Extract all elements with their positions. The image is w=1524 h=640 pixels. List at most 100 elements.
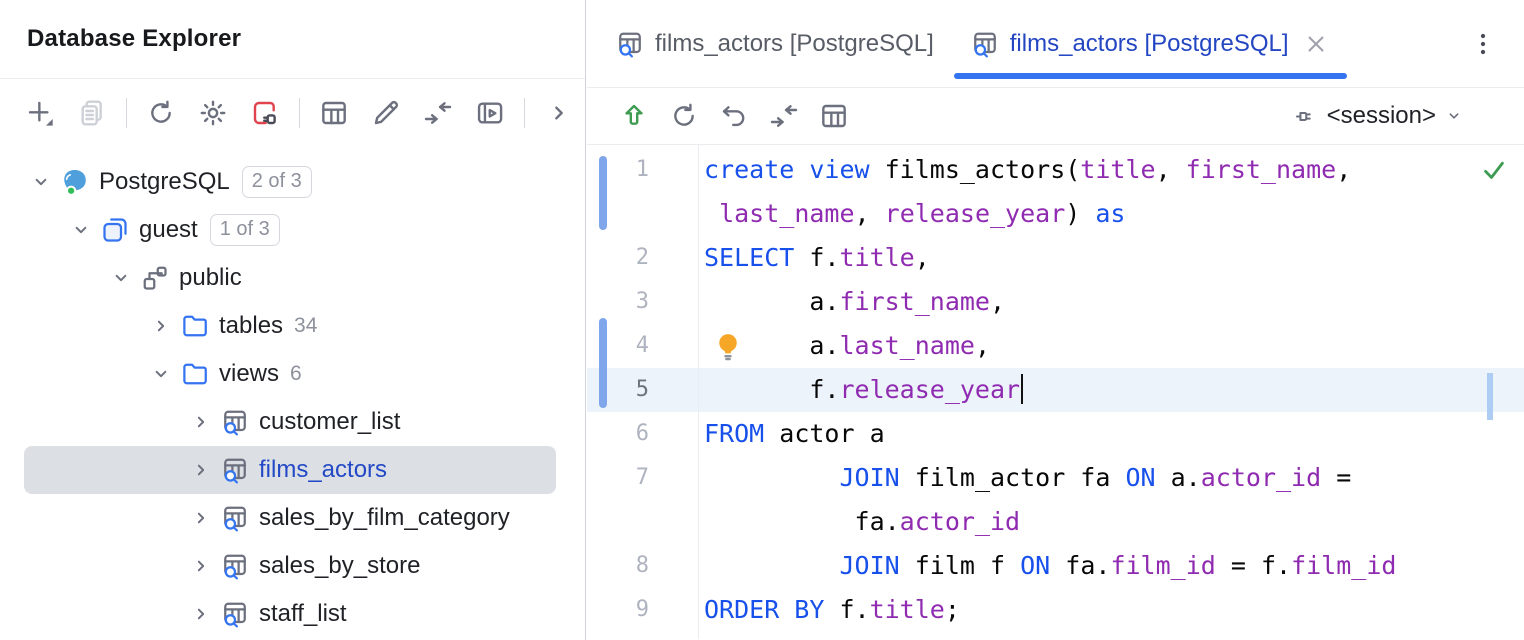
gutter-separator: [698, 145, 699, 639]
data-editor-icon[interactable]: [318, 96, 350, 130]
tab-films-actors-1[interactable]: films_actors [PostgreSQL]: [597, 0, 952, 87]
jump-icon[interactable]: [422, 96, 454, 130]
disconnect-icon[interactable]: [249, 96, 281, 130]
view-table-icon: [970, 29, 1000, 59]
refresh-icon[interactable]: [668, 100, 700, 132]
panel-header: Database Explorer: [0, 0, 585, 79]
chevron-right-icon[interactable]: [188, 601, 214, 627]
view-icon: [220, 455, 250, 485]
code-line[interactable]: 5 f.release_year: [587, 368, 1524, 412]
line-number: 6: [587, 412, 698, 456]
expand-icon[interactable]: [543, 96, 575, 130]
change-marker: [599, 318, 607, 408]
add-icon[interactable]: [24, 96, 56, 130]
line-number: 2: [587, 236, 698, 280]
code-line[interactable]: 8 JOIN film f ON fa.film_id = f.film_id: [587, 544, 1524, 588]
tree-item-label: public: [179, 264, 242, 292]
database-explorer-window: Database Explorer PostgreSQL2 of 3guest1…: [0, 0, 1524, 640]
jump-icon[interactable]: [768, 100, 800, 132]
sql-editor[interactable]: 1create view films_actors(title, first_n…: [587, 145, 1524, 639]
session-selector[interactable]: <session>: [1293, 102, 1465, 130]
tree-item-views[interactable]: views6: [24, 350, 556, 398]
commit-icon[interactable]: [618, 100, 650, 132]
duplicate-icon[interactable]: [76, 96, 108, 130]
tree-item-public[interactable]: public: [24, 254, 556, 302]
tree-item-label: customer_list: [259, 408, 400, 436]
scrollbar-caret-marker[interactable]: [1487, 373, 1493, 420]
toolbar-divider: [126, 98, 127, 128]
code-line[interactable]: 4 a.last_name,: [587, 324, 1524, 368]
code-line[interactable]: 1create view films_actors(title, first_n…: [587, 148, 1524, 192]
chevron-right-icon[interactable]: [188, 553, 214, 579]
tree-item-PostgreSQL[interactable]: PostgreSQL2 of 3: [24, 158, 556, 206]
line-number: 8: [587, 544, 698, 588]
tab-label: films_actors [PostgreSQL]: [655, 30, 934, 58]
tree-item-tables[interactable]: tables 34: [24, 302, 556, 350]
item-count: 6: [290, 362, 302, 386]
tree-item-guest[interactable]: guest1 of 3: [24, 206, 556, 254]
code-text: FROM actor a: [698, 412, 1524, 456]
code-text: fa.actor_id: [698, 500, 1524, 544]
code-text: ORDER BY f.title;: [698, 588, 1524, 632]
code-line[interactable]: fa.actor_id: [587, 500, 1524, 544]
tab-films-actors-2[interactable]: films_actors [PostgreSQL]: [952, 0, 1349, 87]
chevron-down-icon[interactable]: [108, 265, 134, 291]
tree-item-label: guest: [139, 216, 198, 244]
schema-icon: [140, 263, 170, 293]
editor-toolbar: <session>: [587, 88, 1524, 145]
code-line[interactable]: 2SELECT f.title,: [587, 236, 1524, 280]
code-line[interactable]: 3 a.first_name,: [587, 280, 1524, 324]
tree-item-customer_list[interactable]: customer_list: [24, 398, 556, 446]
code-text: SELECT f.title,: [698, 236, 1524, 280]
tab-label: films_actors [PostgreSQL]: [1010, 30, 1289, 58]
editor-tab-bar: films_actors [PostgreSQL] films_actors […: [587, 0, 1524, 88]
code-line[interactable]: 9ORDER BY f.title;: [587, 588, 1524, 632]
code-text: last_name, release_year) as: [698, 192, 1524, 236]
code-text: a.last_name,: [698, 324, 1524, 368]
chevron-down-icon[interactable]: [68, 217, 94, 243]
data-editor-icon[interactable]: [818, 100, 850, 132]
code-line[interactable]: 7 JOIN film_actor fa ON a.actor_id =: [587, 456, 1524, 500]
chevron-right-icon[interactable]: [148, 313, 174, 339]
undo-icon[interactable]: [718, 100, 750, 132]
view-icon: [220, 551, 250, 581]
chevron-down-icon[interactable]: [28, 169, 54, 195]
text-caret: [1021, 374, 1023, 404]
settings-icon[interactable]: [197, 96, 229, 130]
kebab-menu-icon[interactable]: [1468, 29, 1498, 59]
close-icon[interactable]: [1301, 29, 1331, 59]
tree-item-label: staff_list: [259, 600, 347, 628]
chevron-right-icon[interactable]: [188, 409, 214, 435]
toolbar-divider: [524, 98, 525, 128]
chevron-down-icon[interactable]: [148, 361, 174, 387]
folder-icon: [180, 311, 210, 341]
code-text: f.release_year: [698, 368, 1524, 412]
tree-item-label: PostgreSQL: [99, 168, 230, 196]
chevron-right-icon[interactable]: [188, 457, 214, 483]
chevron-down-icon: [1443, 105, 1465, 127]
item-count: 34: [294, 314, 317, 338]
tree-item-films_actors[interactable]: films_actors: [24, 446, 556, 494]
tree-item-staff_list[interactable]: staff_list: [24, 590, 556, 638]
change-marker: [599, 156, 607, 230]
postgres-icon: [60, 167, 90, 197]
view-icon: [220, 407, 250, 437]
tree-item-label: sales_by_store: [259, 552, 420, 580]
code-line[interactable]: last_name, release_year) as: [587, 192, 1524, 236]
toolbar-divider: [299, 98, 300, 128]
edit-icon[interactable]: [370, 96, 402, 130]
intention-bulb-icon[interactable]: [711, 329, 745, 363]
console-icon[interactable]: [474, 96, 506, 130]
line-number: 7: [587, 456, 698, 500]
view-icon: [220, 599, 250, 629]
line-number: [587, 500, 698, 544]
code-line[interactable]: 6FROM actor a: [587, 412, 1524, 456]
tree-item-sales_by_store[interactable]: sales_by_store: [24, 542, 556, 590]
tree-item-sales_by_film_category[interactable]: sales_by_film_category: [24, 494, 556, 542]
code-text: JOIN film_actor fa ON a.actor_id =: [698, 456, 1524, 500]
view-table-icon: [615, 29, 645, 59]
code-text: JOIN film f ON fa.film_id = f.film_id: [698, 544, 1524, 588]
chevron-right-icon[interactable]: [188, 505, 214, 531]
tree-item-label: tables: [219, 312, 283, 340]
refresh-icon[interactable]: [145, 96, 177, 130]
